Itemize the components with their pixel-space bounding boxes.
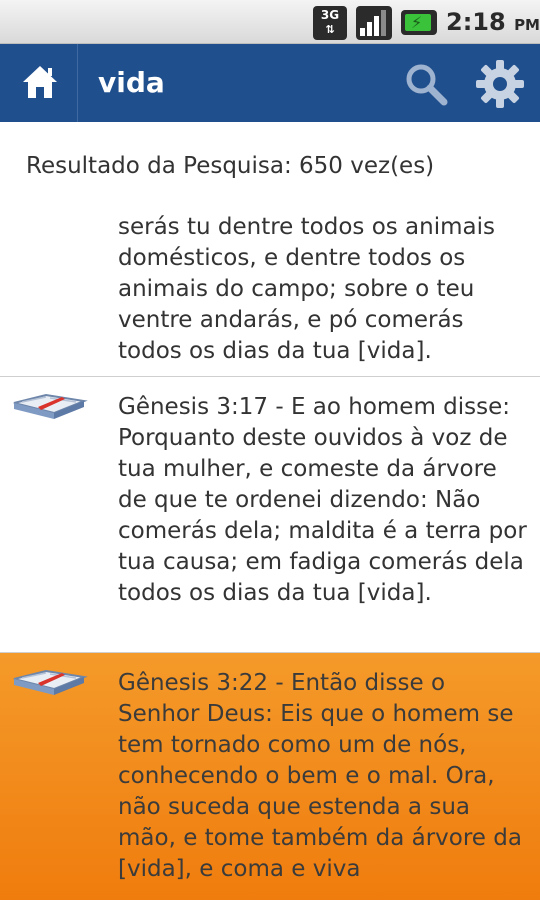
search-term-title: vida: [98, 66, 165, 99]
data-arrows-icon: ⇅: [325, 23, 335, 36]
result-count: Resultado da Pesquisa: 650 vez(es): [26, 153, 435, 179]
status-clock: 2:18 PM: [446, 8, 540, 36]
search-icon: [406, 64, 448, 106]
clock-time: 2:18: [446, 8, 506, 36]
battery-charging-icon: ⚡: [401, 10, 437, 35]
status-bar: 3G ⇅ ⚡ 2:18 PM: [0, 0, 540, 44]
gear-icon: [476, 60, 524, 108]
action-bar: vida: [0, 44, 540, 122]
list-item-selected[interactable]: Gênesis 3:22 - Então disse o Senhor Deus…: [0, 653, 540, 900]
verse-text: serás tu dentre todos os animais domésti…: [118, 214, 495, 364]
network-type: 3G: [320, 8, 340, 22]
list-item[interactable]: serás tu dentre todos os animais domésti…: [0, 210, 540, 377]
search-button[interactable]: [400, 58, 452, 110]
signal-strength-icon: [356, 6, 392, 40]
network-3g-icon: 3G ⇅: [313, 6, 347, 40]
home-button[interactable]: [0, 44, 78, 122]
home-icon: [23, 66, 57, 98]
verse-text: Gênesis 3:17 - E ao homem disse: Porquan…: [118, 394, 527, 606]
list-item[interactable]: Gênesis 3:17 - E ao homem disse: Porquan…: [0, 377, 540, 653]
open-book-icon: [13, 393, 88, 419]
open-book-icon: [13, 669, 88, 695]
verse-text: Gênesis 3:22 - Então disse o Senhor Deus…: [118, 670, 522, 882]
settings-button[interactable]: [474, 58, 526, 110]
results-list: Resultado da Pesquisa: 650 vez(es) serás…: [0, 122, 540, 900]
clock-ampm: PM: [514, 16, 540, 34]
